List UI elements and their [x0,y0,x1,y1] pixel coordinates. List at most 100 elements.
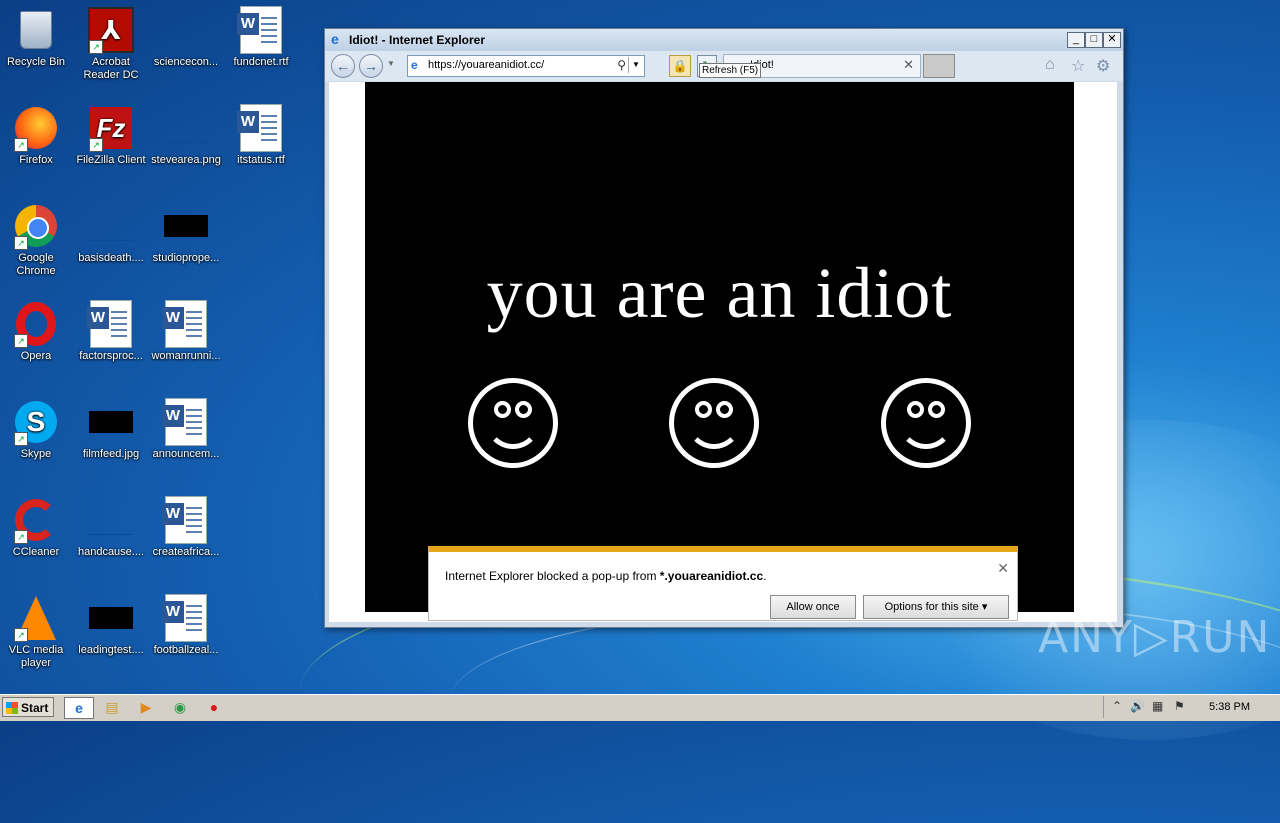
close-button[interactable]: ✕ [1103,32,1121,48]
desktop-icon-sciencecon[interactable]: sciencecon... [148,6,224,69]
show-hidden-icons-icon[interactable]: ⌃ [1112,699,1122,713]
desktop-icon-label: filmfeed.jpg [82,448,140,460]
shortcut-arrow-icon: ↗ [14,138,28,152]
minimize-button[interactable]: _ [1067,32,1085,48]
back-button[interactable]: ← [331,54,355,78]
search-icon[interactable]: ⚲ [617,58,626,72]
word-document-icon [237,104,282,152]
desktop-icon-firefox[interactable]: ↗ Firefox [0,104,74,167]
title-bar[interactable]: e Idiot! - Internet Explorer _ □ ✕ [325,29,1123,51]
lock-icon[interactable]: 🔒 [669,55,691,77]
ie-window: e Idiot! - Internet Explorer _ □ ✕ ← → ▼… [324,28,1124,628]
options-for-site-button[interactable]: Options for this site ▾ [863,595,1009,619]
desktop-icon-basisdeath[interactable]: basisdeath.... [73,202,149,265]
desktop-icon-label: createafrica... [152,546,220,558]
desktop-icon-label: Google Chrome [16,252,56,277]
desktop-icon-womanrunni[interactable]: womanrunni... [148,300,224,363]
desktop-icon-footballzeal[interactable]: footballzeal... [148,594,224,657]
notification-close-icon[interactable]: ✕ [997,560,1009,577]
desktop-icon-filmfeed[interactable]: filmfeed.jpg [73,398,149,461]
address-bar[interactable]: e https://youareanidiot.cc/ ⚲ ▼ [407,55,645,77]
word-document-icon [162,496,207,544]
desktop-icon-stevearea[interactable]: stevearea.png [148,104,224,167]
shortcut-arrow-icon: ↗ [14,530,28,544]
tab-close-icon[interactable]: ✕ [903,57,914,73]
desktop-icon-createafrica[interactable]: createafrica... [148,496,224,559]
history-dropdown-icon[interactable]: ▼ [387,59,395,68]
desktop-icon-filezilla[interactable]: Fz ↗ FileZilla Client [73,104,149,167]
volume-icon[interactable]: 🔊 [1130,699,1145,713]
action-center-flag-icon[interactable]: ⚑ [1174,699,1185,713]
word-document-icon [162,398,207,446]
desktop-icon-factorsproc[interactable]: factorsproc... [73,300,149,363]
ie-page-icon: e [411,58,418,72]
start-button[interactable]: Start [2,697,54,717]
forward-button[interactable]: → [359,54,383,78]
new-tab-button[interactable] [923,54,955,78]
favorites-star-icon[interactable]: ☆ [1071,56,1085,76]
smiley-face-icon [881,378,971,468]
desktop-icon-label: itstatus.rtf [237,154,285,166]
desktop-icon-label: footballzeal... [153,644,219,656]
desktop-icon-label: Skype [20,448,52,460]
headline: you are an idiot [486,253,953,333]
desktop-icon-label: FileZilla Client [76,154,146,166]
desktop-icon-itstatus[interactable]: itstatus.rtf [223,104,299,167]
smiley-face-icon [468,378,558,468]
taskbar-ie-icon[interactable]: e [64,697,94,719]
desktop-icon-vlc[interactable]: ↗ VLC media player [0,594,74,670]
desktop-icon-handcause[interactable]: handcause.... [73,496,149,559]
shortcut-arrow-icon: ↗ [14,334,28,348]
desktop-icon-label: womanrunni... [151,350,221,362]
smiley-face-icon [669,378,759,468]
desktop-icon-label: Firefox [19,154,53,166]
notification-message: Internet Explorer blocked a pop-up from … [445,569,767,583]
desktop-icon-label: Acrobat Reader DC [83,56,139,81]
refresh-tooltip: Refresh (F5) [699,63,762,78]
address-dropdown-icon[interactable]: ▼ [628,57,643,73]
desktop-icon-announcem[interactable]: announcem... [148,398,224,461]
desktop-icon-google-chrome[interactable]: ↗ Google Chrome [0,202,74,278]
system-tray: ⌃ 🔊 ▦ ⚑ 5:38 PM [1103,696,1280,718]
desktop-icon-label: VLC media player [8,644,64,669]
gear-icon[interactable]: ⚙ [1096,56,1110,76]
taskbar-chrome-icon[interactable]: ◉ [166,697,194,717]
image-file-icon [164,114,208,143]
home-icon[interactable]: ⌂ [1045,56,1055,74]
taskbar-opera-icon[interactable]: ● [200,697,228,717]
desktop-icon-opera[interactable]: ↗ Opera [0,300,74,363]
desktop-icon-ccleaner[interactable]: ↗ CCleaner [0,496,74,559]
desktop-icon-label: announcem... [152,448,220,460]
desktop-icon-label: studioprope... [152,252,220,264]
taskbar-explorer-icon[interactable]: ▤ [98,697,126,717]
maximize-button[interactable]: □ [1085,32,1103,48]
window-title: Idiot! - Internet Explorer [349,33,486,47]
address-text: https://youareanidiot.cc/ [428,59,545,71]
allow-once-button[interactable]: Allow once [770,595,856,619]
recycle-bin-icon [20,11,52,49]
shortcut-arrow-icon: ↗ [14,236,28,250]
taskbar: Start e ▤ ▶ ◉ ● ⌃ 🔊 ▦ ⚑ 5:38 PM [0,694,1280,721]
desktop-icon-label: handcause.... [77,546,145,558]
desktop-icon-recycle-bin[interactable]: Recycle Bin [0,6,74,69]
file-icon [89,607,133,629]
taskbar-media-player-icon[interactable]: ▶ [132,697,160,717]
clock[interactable]: 5:38 PM [1209,701,1250,713]
desktop-icon-studioprope[interactable]: studioprope... [148,202,224,265]
file-icon [89,212,133,241]
desktop-icon-acrobat[interactable]: ⅄ ↗ Acrobat Reader DC [73,6,149,82]
ie-logo-icon: e [331,31,339,47]
word-document-icon [162,300,207,348]
desktop-icon-label: stevearea.png [151,154,221,166]
shortcut-arrow-icon: ↗ [14,628,28,642]
desktop-icon-skype[interactable]: S ↗ Skype [0,398,74,461]
network-icon[interactable]: ▦ [1152,699,1163,713]
shortcut-arrow-icon: ↗ [89,40,103,54]
desktop-icon-label: factorsproc... [79,350,143,362]
file-icon [89,506,133,535]
black-stage: you are an idiot [365,82,1074,612]
word-document-icon [162,594,207,642]
desktop-icon-fundcnet[interactable]: fundcnet.rtf [223,6,299,69]
windows-logo-icon [6,702,18,714]
desktop-icon-leadingtest[interactable]: leadingtest.... [73,594,149,657]
